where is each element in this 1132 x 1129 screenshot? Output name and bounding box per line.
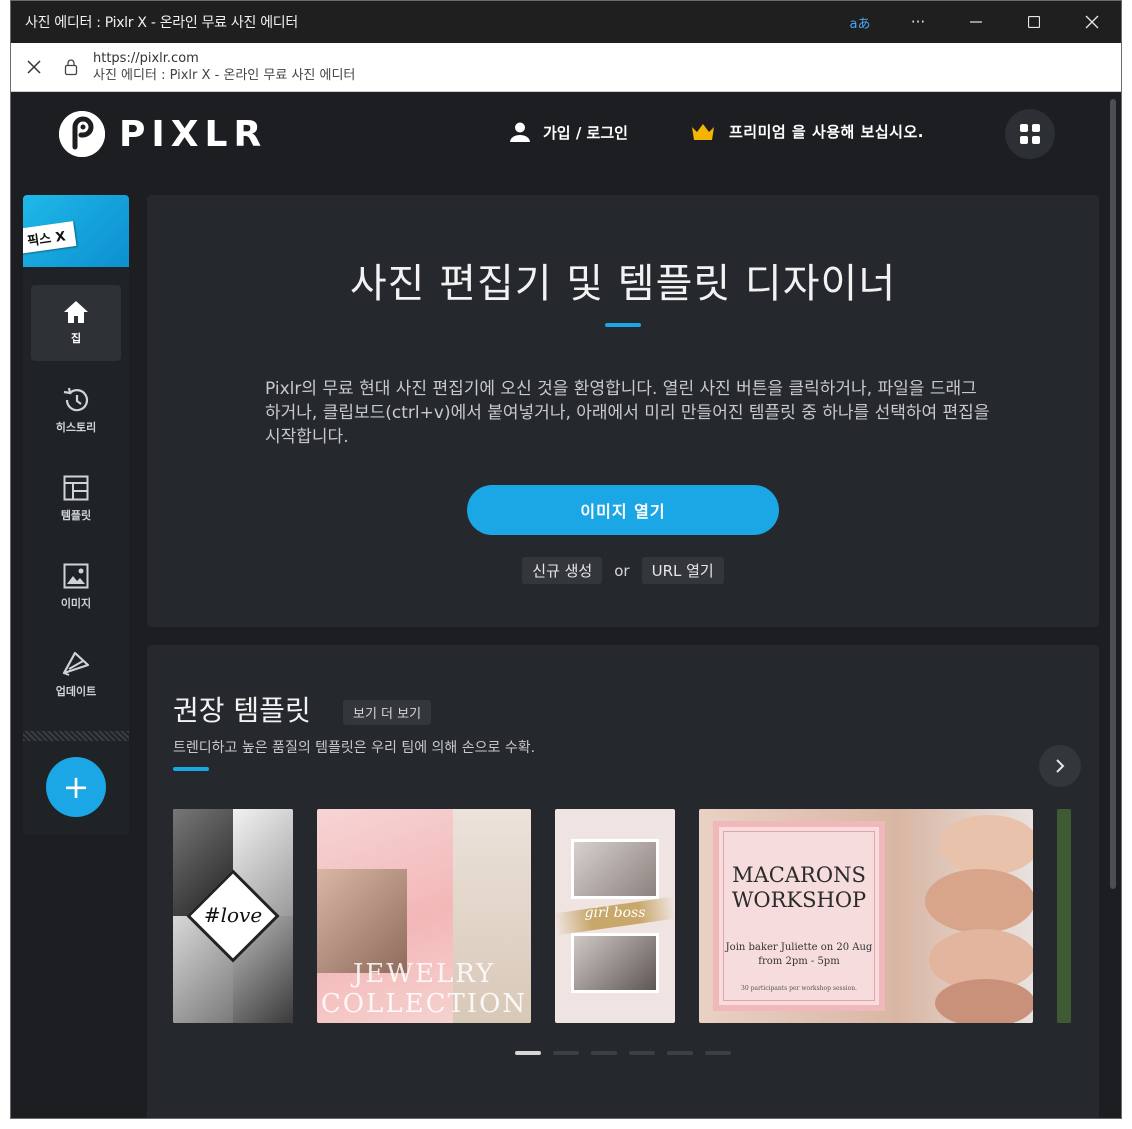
add-button[interactable]: + [46, 757, 106, 817]
minimize-button[interactable] [947, 1, 1005, 43]
lock-icon[interactable] [57, 43, 85, 92]
sidebar-item-label: 이미지 [60, 597, 92, 610]
template-card-jewelry[interactable]: JEWELRY COLLECTION [317, 809, 531, 1023]
sidebar-item-templates[interactable]: 템플릿 [31, 461, 121, 537]
sidebar-item-label: 히스토리 [55, 421, 97, 434]
scrollbar-thumb[interactable] [1110, 99, 1116, 889]
carousel-pagination [515, 1051, 731, 1055]
update-icon [62, 651, 90, 676]
window-title: 사진 에디터 : Pixlr X - 온라인 무료 사진 에디터 [25, 15, 298, 31]
url-text: https://pixlr.com [93, 51, 199, 66]
templates-panel: 권장 템플릿 보기 더 보기 트렌디하고 높은 품질의 템플릿은 우리 팀에 의… [147, 645, 1099, 1118]
carousel-dot[interactable] [705, 1051, 731, 1055]
chevron-right-icon [1056, 759, 1065, 773]
scrollbar[interactable] [1105, 93, 1121, 1118]
templates-title: 권장 템플릿 [173, 694, 311, 727]
sidebar-item-home[interactable]: 집 [31, 285, 121, 361]
template-photo [571, 839, 659, 899]
macaron-shape [925, 869, 1033, 933]
macarons-card: MACARONS WORKSHOP Join baker Juliette on… [713, 821, 885, 1011]
macaron-shape [935, 979, 1033, 1023]
template-card-macarons[interactable]: MACARONS WORKSHOP Join baker Juliette on… [699, 809, 1033, 1023]
open-image-button[interactable]: 이미지 열기 [467, 485, 779, 535]
templates-subtitle: 트렌디하고 높은 품질의 템플릿은 우리 팀에 의해 손으로 수확. [173, 740, 536, 756]
sidebar-item-images[interactable]: 이미지 [31, 549, 121, 625]
template-photo [317, 869, 407, 973]
title-bar: 사진 에디터 : Pixlr X - 온라인 무료 사진 에디터 aあ ··· [11, 1, 1121, 43]
template-icon [63, 475, 89, 501]
create-new-button[interactable]: 신규 생성 [522, 557, 603, 584]
pixlr-logo[interactable]: PIXLR [59, 111, 267, 157]
open-url-button[interactable]: URL 열기 [641, 557, 724, 584]
template-card-love[interactable]: #love [173, 809, 293, 1023]
sidebar-item-label: 집 [70, 332, 82, 345]
secondary-actions: 신규 생성 or URL 열기 [147, 557, 1099, 584]
premium-button[interactable]: 프리미엄 을 사용해 보십시오. [691, 121, 924, 142]
sidebar-divider [23, 731, 129, 741]
pixlr-x-badge[interactable]: 픽스 X [23, 195, 129, 267]
welcome-description: Pixlr의 무료 현대 사진 편집기에 오신 것을 환영합니다. 열린 사진 … [265, 379, 990, 447]
image-icon [63, 563, 89, 589]
crown-icon [692, 123, 714, 140]
template-text: girl boss [584, 905, 646, 921]
maximize-button[interactable] [1005, 1, 1063, 43]
carousel-dot[interactable] [591, 1051, 617, 1055]
sidebar-item-updates[interactable]: 업데이트 [31, 637, 121, 713]
sidebar: 픽스 X 집 히스토리 템플릿 이미지 업데이트 + [23, 195, 129, 835]
page-title-text: 사진 에디터 : Pixlr X - 온라인 무료 사진 에디터 [93, 68, 356, 83]
macaron-shape [939, 815, 1033, 875]
template-text: JEWELRY COLLECTION [320, 959, 528, 1019]
see-more-button[interactable]: 보기 더 보기 [343, 700, 432, 725]
templates-underline [173, 767, 209, 771]
template-smalltext: 30 participants per workshop session. [741, 985, 857, 992]
logo-text: PIXLR [119, 113, 268, 155]
sidebar-item-label: 템플릿 [60, 509, 92, 522]
sidebar-item-history[interactable]: 히스토리 [31, 373, 121, 449]
apps-menu-button[interactable] [1005, 109, 1055, 159]
welcome-title: 사진 편집기 및 템플릿 디자이너 [349, 261, 897, 307]
close-popup-button[interactable] [11, 43, 57, 92]
template-card-girl-boss[interactable]: girl boss [555, 809, 675, 1023]
user-icon [510, 122, 530, 142]
pixlr-x-badge-label: 픽스 X [23, 221, 77, 254]
minimize-icon [970, 21, 982, 23]
template-photo [571, 933, 659, 993]
template-text: MACARONS WORKSHOP [731, 863, 867, 912]
template-subtext: Join baker Juliette on 20 Aug from 2pm -… [725, 942, 873, 967]
history-icon [63, 387, 89, 412]
template-card-partial[interactable] [1057, 809, 1071, 1023]
pixlr-app: PIXLR 가입 / 로그인 프리미엄 을 사용해 보십시오. 픽스 X 집 히… [11, 93, 1107, 1118]
carousel-dot[interactable] [553, 1051, 579, 1055]
title-underline [605, 323, 641, 327]
login-button[interactable]: 가입 / 로그인 [509, 121, 628, 143]
pixlr-logo-icon [59, 111, 105, 157]
carousel-next-button[interactable] [1039, 745, 1081, 787]
app-header: PIXLR 가입 / 로그인 프리미엄 을 사용해 보십시오. [11, 93, 1107, 175]
grid-icon [1020, 124, 1040, 144]
carousel-dot[interactable] [629, 1051, 655, 1055]
premium-label: 프리미엄 을 사용해 보십시오. [729, 123, 924, 141]
template-text: #love [203, 903, 263, 927]
carousel-dot[interactable] [515, 1051, 541, 1055]
or-text: or [614, 561, 630, 580]
home-icon [64, 301, 88, 323]
close-window-button[interactable] [1063, 1, 1121, 43]
close-icon [1085, 15, 1099, 29]
sidebar-item-label: 업데이트 [55, 685, 97, 698]
browser-window: 사진 에디터 : Pixlr X - 온라인 무료 사진 에디터 aあ ··· … [10, 0, 1122, 1119]
more-options-button[interactable]: ··· [889, 1, 947, 43]
login-label: 가입 / 로그인 [543, 123, 628, 142]
url-display: https://pixlr.com 사진 에디터 : Pixlr X - 온라인… [85, 50, 355, 84]
welcome-panel: 사진 편집기 및 템플릿 디자이너 Pixlr의 무료 현대 사진 편집기에 오… [147, 195, 1099, 627]
translate-icon[interactable]: aあ [831, 1, 889, 43]
carousel-dot[interactable] [667, 1051, 693, 1055]
maximize-icon [1028, 16, 1040, 28]
close-icon [27, 60, 41, 74]
address-bar: https://pixlr.com 사진 에디터 : Pixlr X - 온라인… [11, 43, 1121, 92]
